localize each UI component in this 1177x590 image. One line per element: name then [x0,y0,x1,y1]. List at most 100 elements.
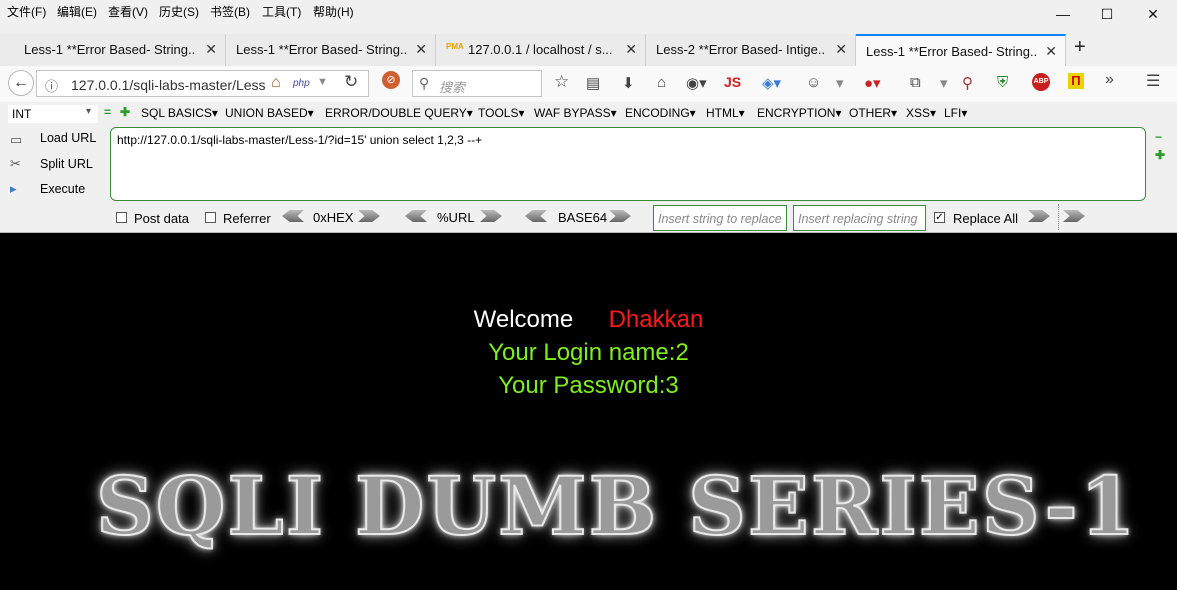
post-data-label: Post data [134,211,189,226]
menu-union-based[interactable]: UNION BASED▾ [225,106,314,120]
hex-decode-arrow-icon[interactable] [282,210,304,222]
menu-html[interactable]: HTML▾ [706,106,745,120]
menu-encryption[interactable]: ENCRYPTION▾ [757,106,841,120]
url-bar[interactable]: ⓘ 127.0.0.1/sqli-labs-master/Less-1/?id=… [36,70,369,97]
base64-label: BASE64 [558,210,608,225]
url-input[interactable]: 127.0.0.1/sqli-labs-master/Less-1/?id=15… [71,77,265,93]
palette-icon[interactable]: ☺ [806,74,821,91]
tab-title: Less-2 **Error Based- Intige... [656,42,826,57]
info-icon[interactable]: ⓘ [45,76,58,95]
password-text: Your Password:3 [498,372,679,399]
chevron-down-icon[interactable]: ▼ [317,76,328,88]
replace-all-checkbox[interactable]: ✓ [934,212,945,223]
referrer-checkbox[interactable] [205,212,216,223]
noscript-icon[interactable]: ⊘ [382,71,400,89]
menu-view[interactable]: 查看(V) [108,3,148,20]
menu-help[interactable]: 帮助(H) [313,3,354,20]
minus-icon[interactable]: = [104,105,111,119]
menu-history[interactable]: 历史(S) [159,3,199,20]
menu-error-double-query[interactable]: ERROR/DOUBLE QUERY▾ [325,106,473,120]
plus-icon[interactable]: ✚ [1155,148,1165,162]
new-tab-button[interactable]: + [1074,36,1086,59]
tab-2[interactable]: Less-1 **Error Based- String... ✕ [226,34,436,66]
chevron-down-icon[interactable]: ▾ [940,74,948,92]
hackbar: INT ▾ = ✚ SQL BASICS▾ UNION BASED▾ ERROR… [0,102,1177,233]
tab-3[interactable]: PMA 127.0.0.1 / localhost / s... ✕ [436,34,646,66]
url-decode-arrow-icon[interactable] [405,210,427,222]
base64-encode-arrow-icon[interactable] [609,210,631,222]
reading-list-icon[interactable]: ▤ [586,74,600,92]
tab-5-active[interactable]: Less-1 **Error Based- String... ✕ [856,34,1066,66]
close-window-button[interactable]: ✕ [1130,0,1176,28]
user-name: Dhakkan [608,306,704,333]
split-url-button[interactable]: Split URL [40,157,93,171]
replace-string-input[interactable]: Insert string to replace [653,205,787,231]
back-button[interactable]: ← [8,70,34,96]
menu-bookmarks[interactable]: 书签(B) [210,3,250,20]
menu-other[interactable]: OTHER▾ [849,106,897,120]
tab-close-icon[interactable]: ✕ [835,41,847,58]
home-icon[interactable]: ⌂ [657,74,666,91]
url-encode-arrow-icon[interactable] [480,210,502,222]
menu-file[interactable]: 文件(F) [7,3,46,20]
search-icon: ⚲ [419,75,430,91]
welcome-text: Welcome [473,306,574,333]
menu-lfi[interactable]: LFI▾ [944,106,967,120]
menu-encoding[interactable]: ENCODING▾ [625,106,696,120]
tab-4[interactable]: Less-2 **Error Based- Intige... ✕ [646,34,856,66]
divider [1058,204,1060,230]
shield-icon[interactable]: ⛨ [997,74,1008,91]
menu-waf-bypass[interactable]: WAF BYPASS▾ [534,106,617,120]
chevron-down-icon[interactable]: ▾ [836,74,844,92]
load-url-button[interactable]: Load URL [40,131,96,145]
execute-button[interactable]: Execute [40,182,85,196]
base64-decode-arrow-icon[interactable] [525,210,547,222]
color-picker-icon[interactable]: ◈▾ [762,74,781,92]
overflow-chevron-icon[interactable]: » [1105,71,1114,89]
plus-icon[interactable]: ✚ [120,105,130,119]
extension-icon[interactable]: ⧉ [910,74,921,91]
hamburger-menu-icon[interactable]: ☰ [1146,71,1160,91]
menu-bar: 文件(F) 编辑(E) 查看(V) 历史(S) 书签(B) 工具(T) 帮助(H… [0,0,1177,28]
minus-icon[interactable]: − [1155,130,1162,144]
tab-1[interactable]: Less-1 **Error Based- String... ✕ [0,34,226,66]
menu-sql-basics[interactable]: SQL BASICS▾ [141,106,218,120]
tab-close-icon[interactable]: ✕ [205,41,217,58]
execute-icon: ▸ [10,181,17,196]
home-php-icon[interactable]: ⌂ [271,74,281,92]
tab-title: Less-1 **Error Based- String... [866,44,1036,59]
download-icon[interactable]: ⬇ [622,74,635,92]
magnifier-icon[interactable]: ⚲ [962,74,973,92]
url-label: %URL [437,210,475,225]
hackbar-url-text: http://127.0.0.1/sqli-labs-master/Less-1… [117,133,483,147]
spy-icon[interactable]: ●▾ [864,74,881,92]
hex-encode-arrow-icon[interactable] [358,210,380,222]
search-field[interactable]: ⚲ 搜索 [412,70,542,97]
bookmark-star-icon[interactable]: ☆ [554,72,569,92]
maximize-button[interactable]: ☐ [1084,0,1130,28]
hackbar-url-textarea[interactable]: http://127.0.0.1/sqli-labs-master/Less-1… [110,127,1146,201]
menu-tools[interactable]: 工具(T) [262,3,301,20]
replacing-string-placeholder: Insert replacing string [798,212,918,226]
tab-close-icon[interactable]: ✕ [625,41,637,58]
globe-icon[interactable]: ◉▾ [686,74,707,92]
tab-close-icon[interactable]: ✕ [1045,43,1057,60]
replacing-string-input[interactable]: Insert replacing string [793,205,926,231]
menu-edit[interactable]: 编辑(E) [57,3,97,20]
tab-title: Less-1 **Error Based- String... [24,42,194,57]
tab-title: Less-1 **Error Based- String... [236,42,406,57]
js-icon[interactable]: JS [724,74,741,90]
reload-icon[interactable]: ↻ [344,72,358,92]
menu-xss[interactable]: XSS▾ [906,106,936,120]
replace-all-arrow-icon[interactable] [1063,210,1085,222]
hackbar-toggle-icon[interactable]: Π [1068,73,1084,89]
replace-arrow-icon[interactable] [1028,210,1050,222]
tab-close-icon[interactable]: ✕ [415,41,427,58]
adblock-icon[interactable]: ABP [1032,73,1050,91]
tab-strip: Less-1 **Error Based- String... ✕ Less-1… [0,28,1177,66]
post-data-checkbox[interactable] [116,212,127,223]
int-select[interactable]: INT ▾ [8,105,98,123]
replace-all-label: Replace All [953,211,1019,226]
menu-tools[interactable]: TOOLS▾ [478,106,524,120]
minimize-button[interactable]: — [1040,0,1086,28]
